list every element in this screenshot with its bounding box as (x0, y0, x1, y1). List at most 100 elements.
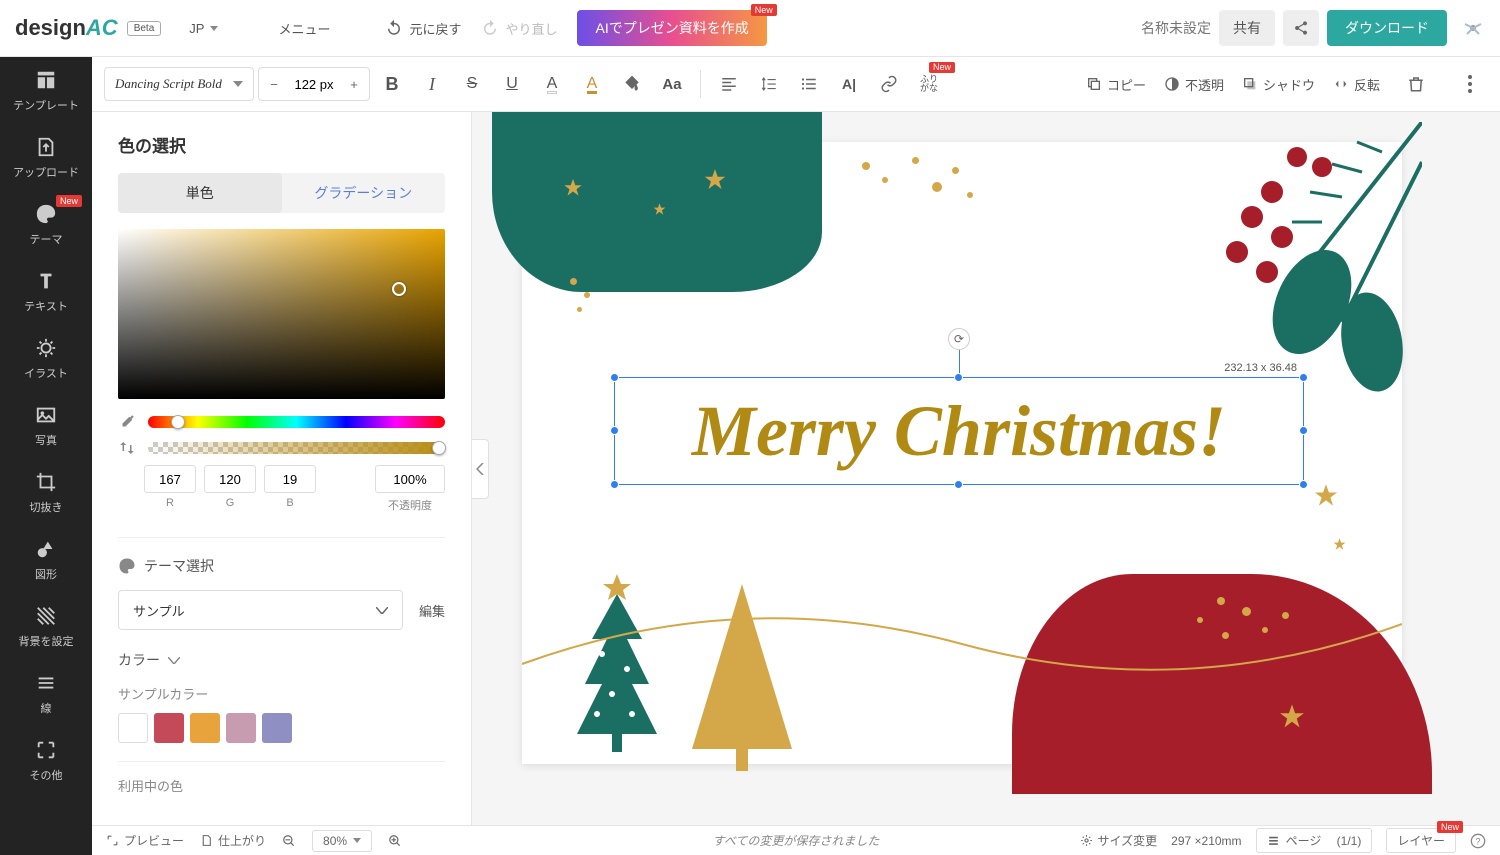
zoom-out-button[interactable] (282, 834, 296, 848)
sidebar-item-illust[interactable]: イラスト (0, 325, 92, 392)
sidebar-item-theme[interactable]: Newテーマ (0, 191, 92, 258)
bold-button[interactable]: B (374, 66, 410, 102)
share-link-button[interactable] (1283, 10, 1319, 46)
redo-button[interactable]: やり直し (481, 19, 557, 38)
theme-edit-link[interactable]: 編集 (419, 601, 445, 620)
swatch-red[interactable] (154, 713, 184, 743)
hue-handle[interactable] (171, 415, 185, 429)
tab-solid[interactable]: 単色 (118, 173, 282, 213)
furigana-button[interactable]: ふりがなNew (911, 66, 947, 102)
new-badge: New (56, 195, 82, 207)
color-section[interactable]: カラー (118, 650, 445, 670)
dragonfly-icon[interactable] (1461, 16, 1485, 40)
more-button[interactable] (1452, 66, 1488, 102)
alpha-slider[interactable] (148, 442, 445, 454)
font-size-input[interactable] (289, 77, 339, 92)
font-select[interactable]: Dancing Script Bold (104, 67, 254, 101)
download-button[interactable]: ダウンロード (1327, 10, 1447, 46)
strikethrough-button[interactable]: S (454, 66, 490, 102)
page-select[interactable]: ページ (1/1) (1256, 828, 1373, 853)
zoom-in-button[interactable] (388, 834, 402, 848)
shadow-button[interactable]: シャドウ (1242, 75, 1315, 94)
canvas-area[interactable]: ⟳ 232.13 x 36.48 Merry Christmas! (472, 112, 1500, 825)
sidebar-item-text[interactable]: テキスト (0, 258, 92, 325)
b-input[interactable] (264, 465, 316, 493)
layer-button[interactable]: レイヤーNew (1386, 828, 1456, 853)
swatch-pink[interactable] (226, 713, 256, 743)
undo-button[interactable]: 元に戻す (385, 19, 461, 38)
language-value: JP (189, 21, 204, 36)
swap-icon[interactable] (118, 439, 136, 457)
increase-button[interactable]: + (339, 68, 369, 100)
image-icon (35, 404, 57, 426)
title-input[interactable] (1111, 20, 1211, 36)
finish-button[interactable]: 仕上がり (200, 832, 266, 849)
sidebar-item-background[interactable]: 背景を設定 (0, 593, 92, 660)
font-size-stepper[interactable]: − + (258, 67, 370, 101)
shapes-icon (35, 538, 57, 560)
fill-button[interactable] (614, 66, 650, 102)
list-button[interactable] (791, 66, 827, 102)
saturation-value-picker[interactable] (118, 229, 445, 399)
decrease-button[interactable]: − (259, 68, 289, 100)
flip-button[interactable]: 反転 (1333, 75, 1380, 94)
menu-button[interactable]: メニュー (278, 19, 330, 38)
text-highlight-button[interactable]: A (574, 66, 610, 102)
share-button[interactable]: 共有 (1219, 10, 1275, 46)
g-input[interactable] (204, 465, 256, 493)
handle-sw[interactable] (610, 480, 619, 489)
chevron-down-icon (353, 838, 361, 843)
delete-button[interactable] (1398, 66, 1434, 102)
panel-collapse-handle[interactable] (472, 439, 489, 499)
theme-select[interactable]: サンプル (118, 590, 403, 630)
eyedropper-icon[interactable] (118, 413, 136, 431)
rotation-handle[interactable]: ⟳ (948, 328, 970, 350)
text-color-button[interactable]: A (534, 66, 570, 102)
preview-button[interactable]: プレビュー (106, 832, 184, 849)
sidebar-item-template[interactable]: テンプレート (0, 57, 92, 124)
handle-s[interactable] (954, 480, 963, 489)
sv-handle[interactable] (392, 282, 406, 296)
ai-presentation-button[interactable]: AIでプレゼン資料を作成 New (577, 10, 766, 46)
handle-n[interactable] (954, 373, 963, 382)
swatch-orange[interactable] (190, 713, 220, 743)
text-transform-button[interactable]: A| (831, 66, 867, 102)
handle-e[interactable] (1299, 426, 1308, 435)
sidebar-item-shape[interactable]: 図形 (0, 526, 92, 593)
r-input[interactable] (144, 465, 196, 493)
opacity-button[interactable]: 不透明 (1164, 75, 1224, 94)
align-button[interactable] (711, 66, 747, 102)
handle-nw[interactable] (610, 373, 619, 382)
page-size: 297 ×210mm (1171, 834, 1241, 848)
expand-icon (106, 834, 119, 847)
sidebar-item-photo[interactable]: 写真 (0, 392, 92, 459)
text-case-button[interactable]: Aa (654, 66, 690, 102)
help-button[interactable]: ? (1470, 833, 1486, 849)
underline-button[interactable]: U (494, 66, 530, 102)
swatch-white[interactable] (118, 713, 148, 743)
handle-ne[interactable] (1299, 373, 1308, 382)
canvas-text[interactable]: Merry Christmas! (615, 378, 1303, 484)
text-selection-box[interactable]: ⟳ 232.13 x 36.48 Merry Christmas! (614, 377, 1304, 485)
sidebar-item-upload[interactable]: アップロード (0, 124, 92, 191)
sidebar-item-line[interactable]: 線 (0, 660, 92, 727)
resize-button[interactable]: サイズ変更 (1080, 832, 1158, 849)
template-icon (35, 69, 57, 91)
opacity-input[interactable] (375, 465, 445, 493)
alpha-handle[interactable] (432, 441, 446, 455)
sidebar-item-other[interactable]: その他 (0, 727, 92, 794)
language-select[interactable]: JP (189, 21, 218, 36)
trash-icon (1407, 75, 1425, 93)
handle-w[interactable] (610, 426, 619, 435)
zoom-select[interactable]: 80% (312, 830, 372, 852)
handle-se[interactable] (1299, 480, 1308, 489)
sidebar-item-crop[interactable]: 切抜き (0, 459, 92, 526)
swatch-purple[interactable] (262, 713, 292, 743)
tab-gradient[interactable]: グラデーション (282, 173, 446, 213)
hue-slider[interactable] (148, 416, 445, 428)
link-button[interactable] (871, 66, 907, 102)
italic-button[interactable]: I (414, 66, 450, 102)
line-spacing-button[interactable] (751, 66, 787, 102)
copy-button[interactable]: コピー (1086, 75, 1146, 94)
canvas[interactable]: ⟳ 232.13 x 36.48 Merry Christmas! (522, 142, 1402, 764)
